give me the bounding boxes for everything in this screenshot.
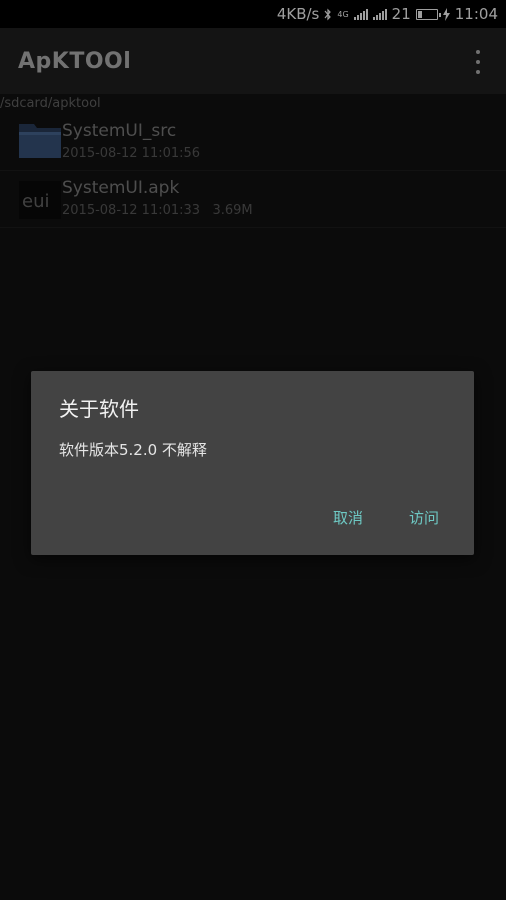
about-dialog: 关于软件 软件版本5.2.0 不解释 取消 访问 — [31, 371, 474, 555]
cancel-button[interactable]: 取消 — [327, 503, 369, 532]
dialog-message: 软件版本5.2.0 不解释 — [59, 441, 207, 459]
dialog-title: 关于软件 — [59, 397, 139, 421]
visit-button[interactable]: 访问 — [403, 503, 445, 532]
